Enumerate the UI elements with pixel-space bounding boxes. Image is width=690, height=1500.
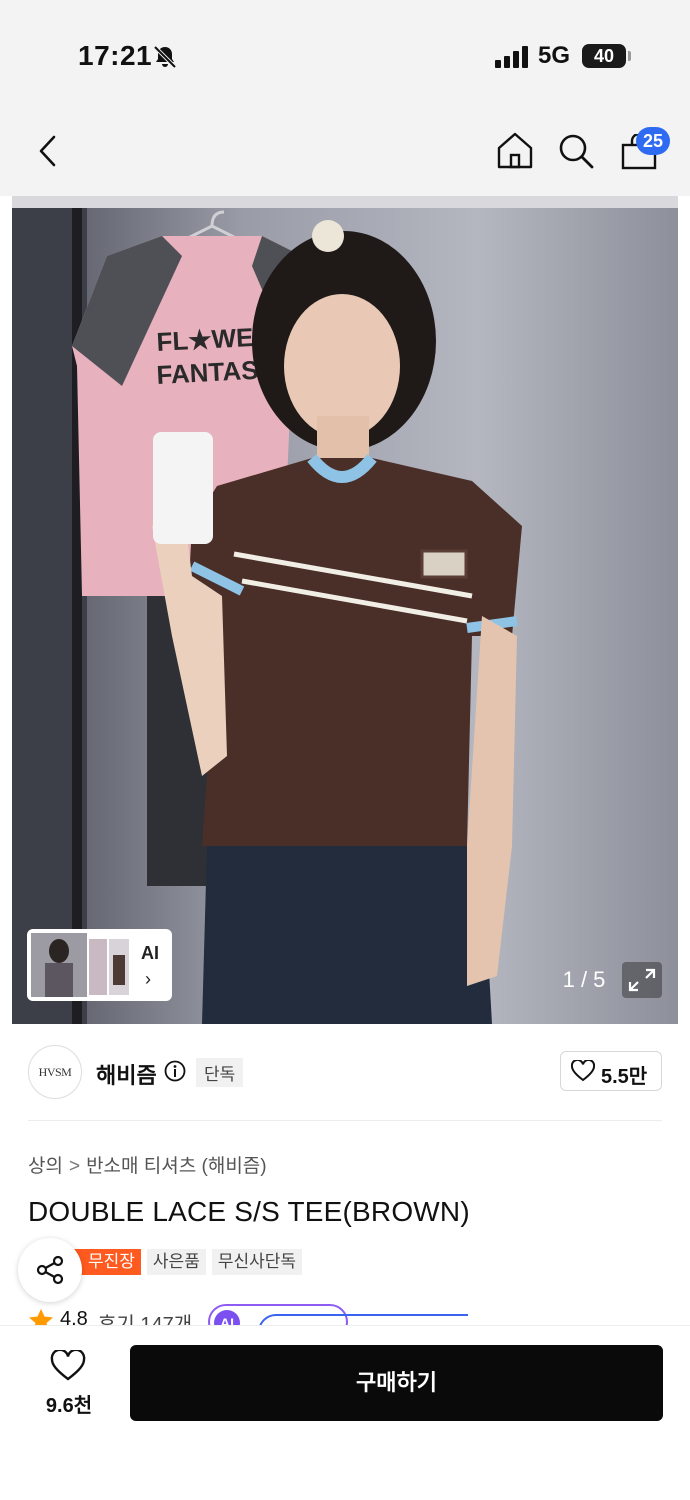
exclusive-badge: 단독 xyxy=(196,1058,244,1087)
tag-gift: 사은품 xyxy=(146,1249,206,1275)
chevron-right-icon: › xyxy=(145,969,151,989)
breadcrumb-subcategory[interactable]: 반소매 티셔츠 (해비즘) xyxy=(86,1156,267,1177)
breadcrumb: 상의 > 반소매 티셔츠 (해비즘) xyxy=(28,1151,267,1178)
bell-slash-icon xyxy=(153,45,177,69)
network-type: 5G xyxy=(538,42,571,69)
home-icon[interactable] xyxy=(496,131,534,169)
tag-musinsa-exclusive: 무신사단독 xyxy=(211,1249,303,1275)
wishlist-count: 9.6천 xyxy=(45,1395,93,1417)
status-time: 17:21 xyxy=(78,40,153,71)
back-icon[interactable] xyxy=(36,134,60,168)
divider xyxy=(28,1120,662,1121)
heart-icon xyxy=(571,1060,595,1082)
expand-button[interactable] xyxy=(622,962,662,998)
brand-name[interactable]: 해비즘 xyxy=(96,1058,157,1090)
signal-icon xyxy=(495,46,528,68)
expand-icon xyxy=(628,968,656,992)
buy-button[interactable]: 구매하기 xyxy=(130,1345,663,1421)
breadcrumb-category[interactable]: 상의 xyxy=(28,1156,63,1177)
breadcrumb-separator: > xyxy=(68,1156,81,1177)
tag-mujinjang: 무진장 xyxy=(82,1249,141,1275)
image-counter: 1 / 5 xyxy=(562,967,606,992)
thumbnail-images xyxy=(31,933,129,997)
search-icon[interactable] xyxy=(557,132,595,170)
product-image[interactable]: FL★WER FANTASY xyxy=(12,196,678,1024)
share-button[interactable] xyxy=(18,1238,82,1302)
share-icon xyxy=(36,1255,64,1285)
product-title: DOUBLE LACE S/S TEE(BROWN) xyxy=(28,1196,470,1227)
battery-icon: 40 xyxy=(582,44,626,68)
status-bar: 17:21 5G 40 xyxy=(0,0,690,110)
brand-logo[interactable]: HVSM xyxy=(28,1045,82,1099)
product-tags: 무진장 사은품 무신사단독 xyxy=(82,1249,303,1275)
ai-label: AI xyxy=(141,943,159,963)
wishlist-heart-icon[interactable] xyxy=(50,1350,86,1382)
info-icon[interactable] xyxy=(164,1060,186,1082)
cart-badge: 25 xyxy=(636,127,670,155)
product-photo: FL★WER FANTASY xyxy=(12,196,678,1024)
battery-cap xyxy=(628,51,631,61)
brand-like-count: 5.5만 xyxy=(601,1066,648,1088)
ai-lookbook-thumbnail[interactable]: AI › xyxy=(27,929,172,1001)
brand-like-button[interactable]: 5.5만 xyxy=(560,1051,662,1091)
